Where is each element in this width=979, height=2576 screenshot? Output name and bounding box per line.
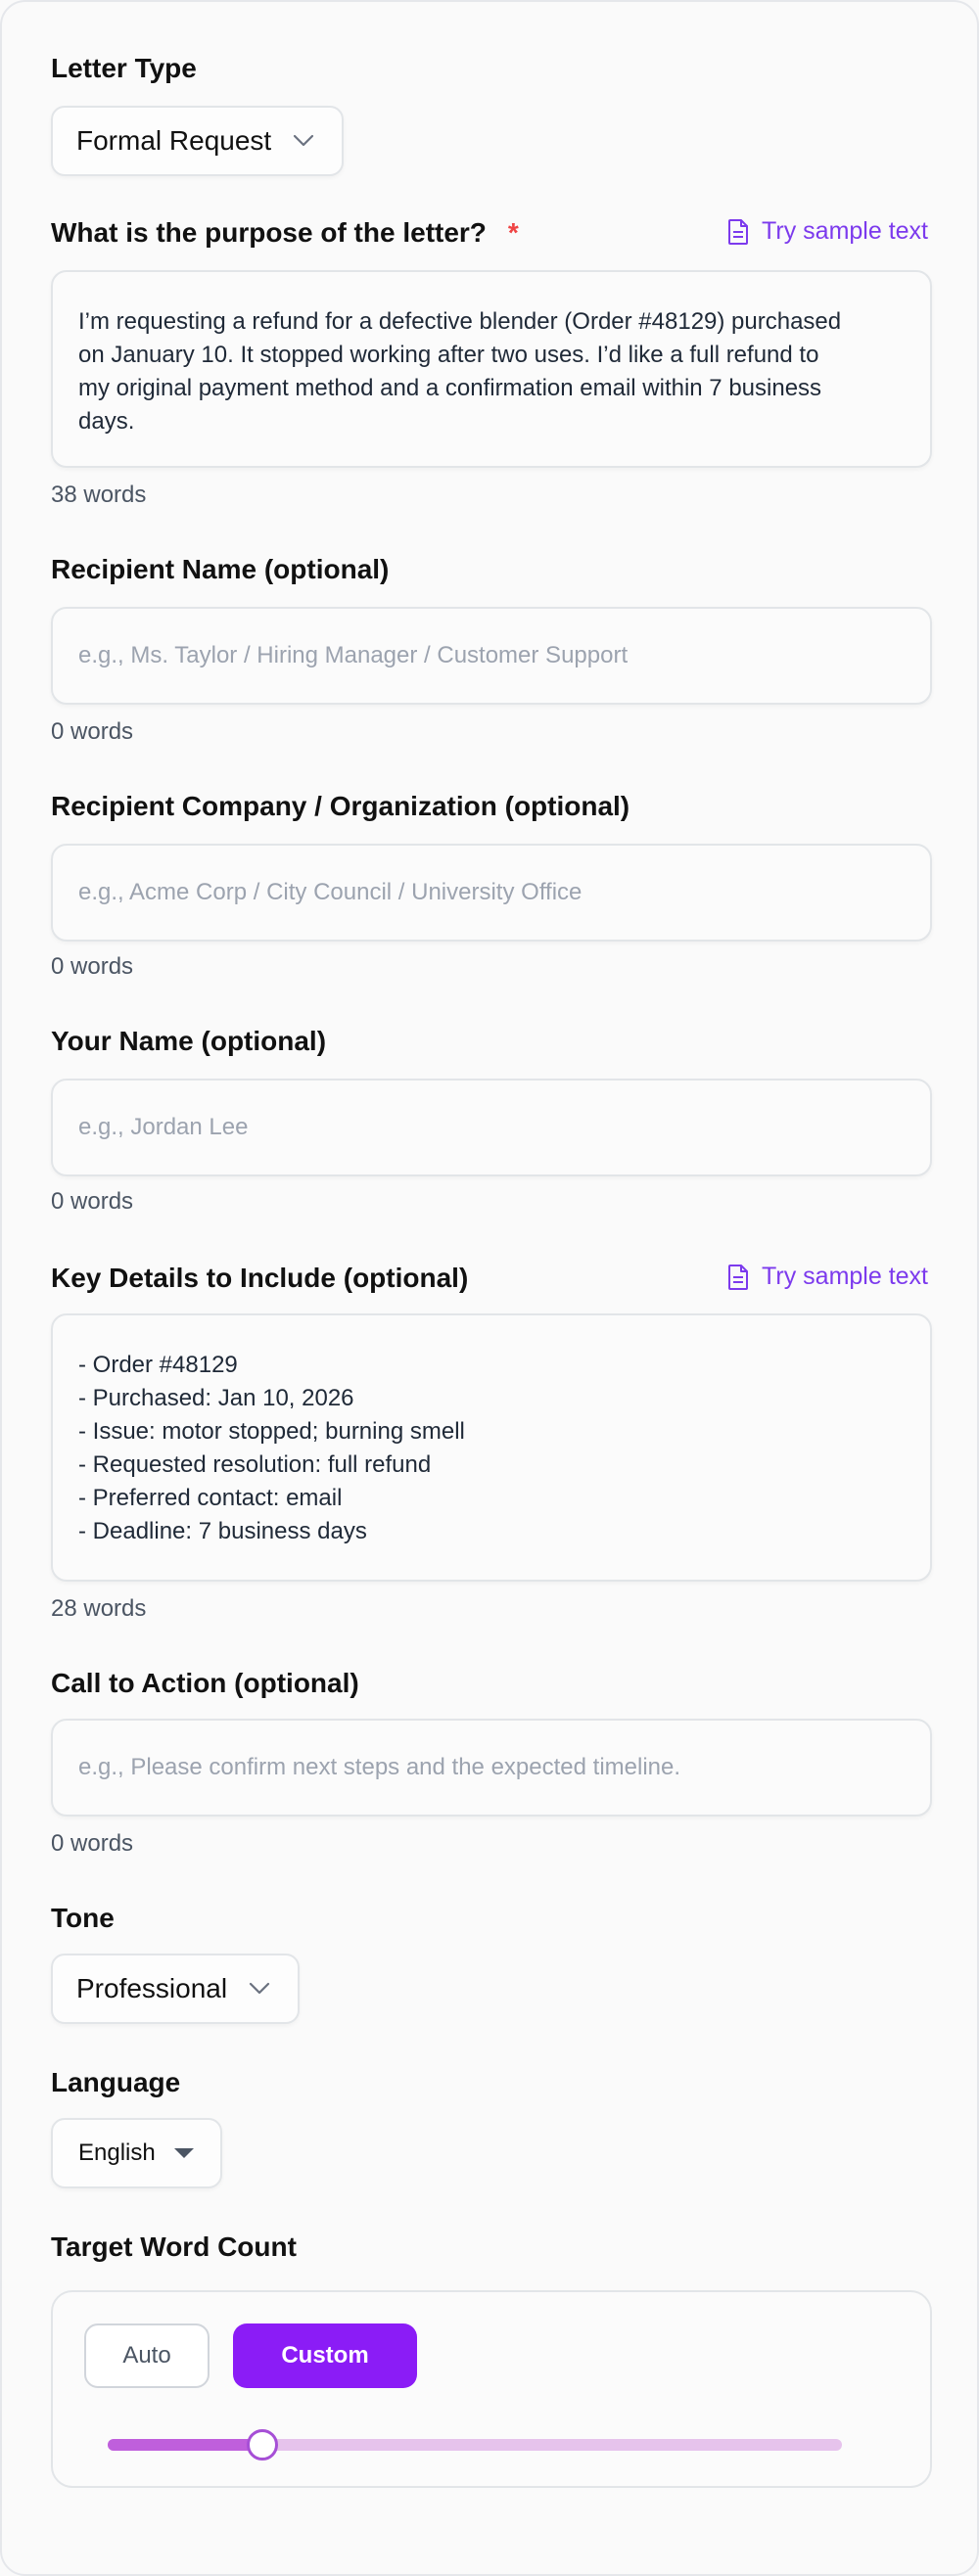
target-word-count-panel: Auto Custom: [51, 2290, 932, 2488]
tone-label: Tone: [51, 1903, 115, 1933]
word-count-slider-fill: [108, 2439, 262, 2451]
language-value: English: [78, 2139, 156, 2166]
purpose-textarea[interactable]: I’m requesting a refund for a defective …: [51, 270, 932, 468]
auto-button[interactable]: Auto: [84, 2323, 210, 2388]
tone-select[interactable]: Professional: [51, 1954, 301, 2024]
your-name-label: Your Name (optional): [51, 1026, 327, 1056]
purpose-word-count: 38 words: [51, 482, 147, 508]
caret-down-icon: [173, 2148, 194, 2158]
call-to-action-label: Call to Action (optional): [51, 1668, 359, 1698]
purpose-label-text: What is the purpose of the letter?: [51, 217, 487, 248]
letter-form: Letter Type Formal Request What is the p…: [0, 0, 979, 2576]
recipient-name-input[interactable]: e.g., Ms. Taylor / Hiring Manager / Cust…: [51, 607, 932, 705]
language-select[interactable]: English: [51, 2118, 222, 2188]
target-word-count-label: Target Word Count: [51, 2231, 297, 2262]
sample-link-label: Try sample text: [762, 217, 928, 245]
chevron-down-icon: [249, 1982, 270, 1995]
call-to-action-word-count: 0 words: [51, 1830, 134, 1857]
recipient-company-label: Recipient Company / Organization (option…: [51, 791, 630, 821]
call-to-action-input[interactable]: e.g., Please confirm next steps and the …: [51, 1719, 932, 1817]
recipient-name-word-count: 0 words: [51, 718, 134, 745]
document-icon: [728, 1264, 749, 1290]
letter-type-select[interactable]: Formal Request: [51, 106, 345, 176]
key-details-textarea[interactable]: - Order #48129 - Purchased: Jan 10, 2026…: [51, 1313, 932, 1582]
purpose-label: What is the purpose of the letter? *: [51, 217, 519, 249]
word-count-slider-track[interactable]: [108, 2429, 842, 2461]
key-details-label: Key Details to Include (optional): [51, 1263, 469, 1293]
letter-type-value: Formal Request: [76, 125, 272, 156]
your-name-input[interactable]: e.g., Jordan Lee: [51, 1079, 932, 1176]
recipient-company-input[interactable]: e.g., Acme Corp / City Council / Univers…: [51, 844, 932, 942]
recipient-name-label: Recipient Name (optional): [51, 554, 390, 584]
key-details-word-count: 28 words: [51, 1595, 147, 1622]
recipient-company-word-count: 0 words: [51, 953, 134, 980]
key-details-sample-link[interactable]: Try sample text: [726, 1263, 928, 1291]
word-count-slider-thumb[interactable]: [246, 2429, 278, 2461]
custom-button[interactable]: Custom: [233, 2323, 417, 2388]
purpose-sample-link[interactable]: Try sample text: [726, 217, 928, 246]
your-name-word-count: 0 words: [51, 1188, 134, 1215]
language-label: Language: [51, 2067, 181, 2097]
chevron-down-icon: [294, 134, 314, 147]
tone-value: Professional: [76, 1973, 228, 2003]
sample-link-label: Try sample text: [762, 1263, 928, 1290]
letter-type-label: Letter Type: [51, 53, 197, 83]
document-icon: [728, 218, 749, 245]
required-marker: *: [507, 217, 519, 248]
